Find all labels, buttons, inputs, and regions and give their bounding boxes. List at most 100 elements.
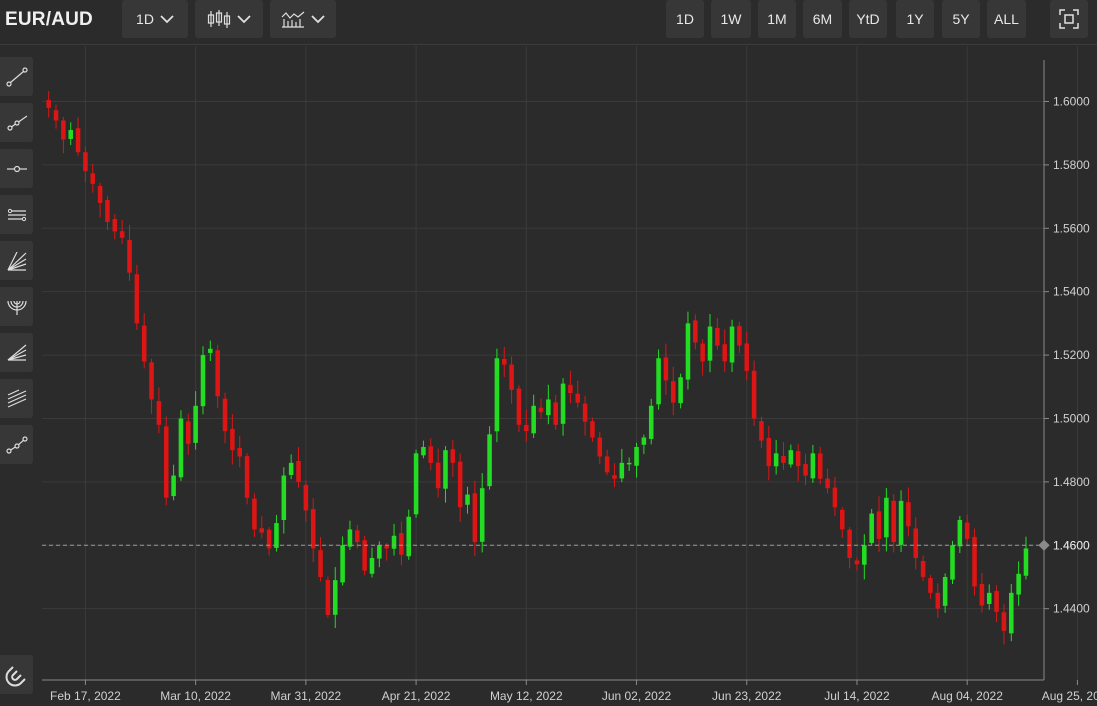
trend-line-tool[interactable] xyxy=(0,57,33,96)
candle-body xyxy=(457,461,463,508)
candle-body xyxy=(156,401,162,425)
horizontal-line-tool[interactable] xyxy=(0,149,33,188)
candle-body xyxy=(119,231,125,238)
candle-body xyxy=(487,434,492,487)
candle-body xyxy=(715,327,720,346)
candle-body xyxy=(524,425,529,432)
candle-body xyxy=(355,530,360,543)
candle-body xyxy=(230,428,235,451)
candle-body xyxy=(303,484,309,511)
candle-body xyxy=(964,522,970,539)
candle-body xyxy=(296,460,301,482)
candle-body xyxy=(854,560,860,565)
candle-body xyxy=(862,545,867,565)
candle-body xyxy=(891,500,896,543)
x-tick-label: Mar 31, 2022 xyxy=(270,689,341,703)
candle-body xyxy=(215,350,220,397)
candle-body xyxy=(619,462,625,479)
candle-body xyxy=(972,536,977,587)
candle-body xyxy=(722,344,727,362)
candle-body xyxy=(494,358,500,432)
candle-body xyxy=(377,545,382,559)
candle-body xyxy=(759,421,764,441)
candle-body xyxy=(332,580,338,615)
candle-body xyxy=(90,173,96,184)
candle-body xyxy=(935,592,941,609)
arc-icon xyxy=(6,300,27,315)
current-price-label: 1.4600 xyxy=(1053,538,1090,552)
candle-body xyxy=(105,199,110,222)
y-tick-label: 1.4400 xyxy=(1053,602,1090,616)
candle-body xyxy=(575,393,581,403)
candle-body xyxy=(141,325,147,362)
candle-body xyxy=(163,426,169,498)
candles xyxy=(46,91,1029,645)
candle-body xyxy=(869,513,874,543)
chart-grid xyxy=(42,46,1078,680)
candle-body xyxy=(825,478,830,489)
candle-body xyxy=(369,557,375,574)
candle-body xyxy=(810,453,816,479)
y-tick-label: 1.5800 xyxy=(1053,158,1090,172)
fibonacci-icon xyxy=(7,388,26,408)
current-price-marker xyxy=(1038,539,1050,551)
candle-body xyxy=(957,519,963,547)
candle-body xyxy=(590,421,595,438)
fan-icon xyxy=(6,251,26,271)
candle-body xyxy=(450,449,456,463)
candle-body xyxy=(288,462,294,475)
ray-tool[interactable] xyxy=(0,103,33,142)
candle-body xyxy=(568,384,573,394)
pitchfork-tool[interactable] xyxy=(0,333,33,372)
candle-body xyxy=(127,239,132,273)
x-tick-label: Mar 10, 2022 xyxy=(160,689,231,703)
magnet-tool[interactable] xyxy=(0,655,33,694)
candle-body xyxy=(391,535,397,549)
candle-body xyxy=(641,437,647,445)
candle-body xyxy=(847,529,852,558)
candle-body xyxy=(538,407,544,413)
parallel-channel-tool[interactable] xyxy=(0,195,33,234)
candle-body xyxy=(435,462,441,489)
path-tool[interactable] xyxy=(0,425,33,464)
trend-line-icon xyxy=(5,66,28,87)
candle-body xyxy=(347,529,353,547)
candle-body xyxy=(884,497,889,538)
candle-body xyxy=(472,493,478,543)
horizontal-line-icon xyxy=(6,165,27,172)
candle-body xyxy=(281,475,287,520)
y-tick-label: 1.5600 xyxy=(1053,221,1090,235)
ray-icon xyxy=(6,115,27,131)
pitchfork-icon xyxy=(7,344,26,361)
candle-body xyxy=(670,381,676,403)
y-tick-label: 1.5000 xyxy=(1053,411,1090,425)
candle-body xyxy=(1001,612,1007,631)
x-tick-label: May 12, 2022 xyxy=(490,689,563,703)
candle-body xyxy=(193,405,198,443)
arc-tool[interactable] xyxy=(0,287,33,326)
fan-tool[interactable] xyxy=(0,241,33,280)
candle-body xyxy=(186,421,191,444)
candle-body xyxy=(597,437,603,457)
candle-body xyxy=(678,377,683,404)
candle-body xyxy=(171,475,176,497)
y-tick-label: 1.5400 xyxy=(1053,285,1090,299)
x-tick-label: Aug 04, 2022 xyxy=(931,689,1003,703)
candle-body xyxy=(582,403,588,422)
candle-body xyxy=(685,323,691,380)
candle-body xyxy=(979,584,985,606)
x-tick-label: Apr 21, 2022 xyxy=(382,689,451,703)
candle-body xyxy=(443,450,448,489)
price-chart[interactable]: 1.6000 1.5800 1.5600 1.5400 1.5200 1.5000 1.48… xyxy=(0,0,1097,706)
x-tick-label: Jun 23, 2022 xyxy=(712,689,782,703)
candle-body xyxy=(340,545,345,583)
candle-body xyxy=(259,528,265,533)
candle-body xyxy=(634,447,639,466)
candle-body xyxy=(421,447,426,456)
candle-body xyxy=(200,355,206,407)
fibonacci-tool[interactable] xyxy=(0,379,33,418)
x-tick-label: Feb 17, 2022 xyxy=(50,689,121,703)
candle-body xyxy=(61,120,66,140)
candle-body xyxy=(244,456,250,498)
candle-body xyxy=(751,370,757,419)
